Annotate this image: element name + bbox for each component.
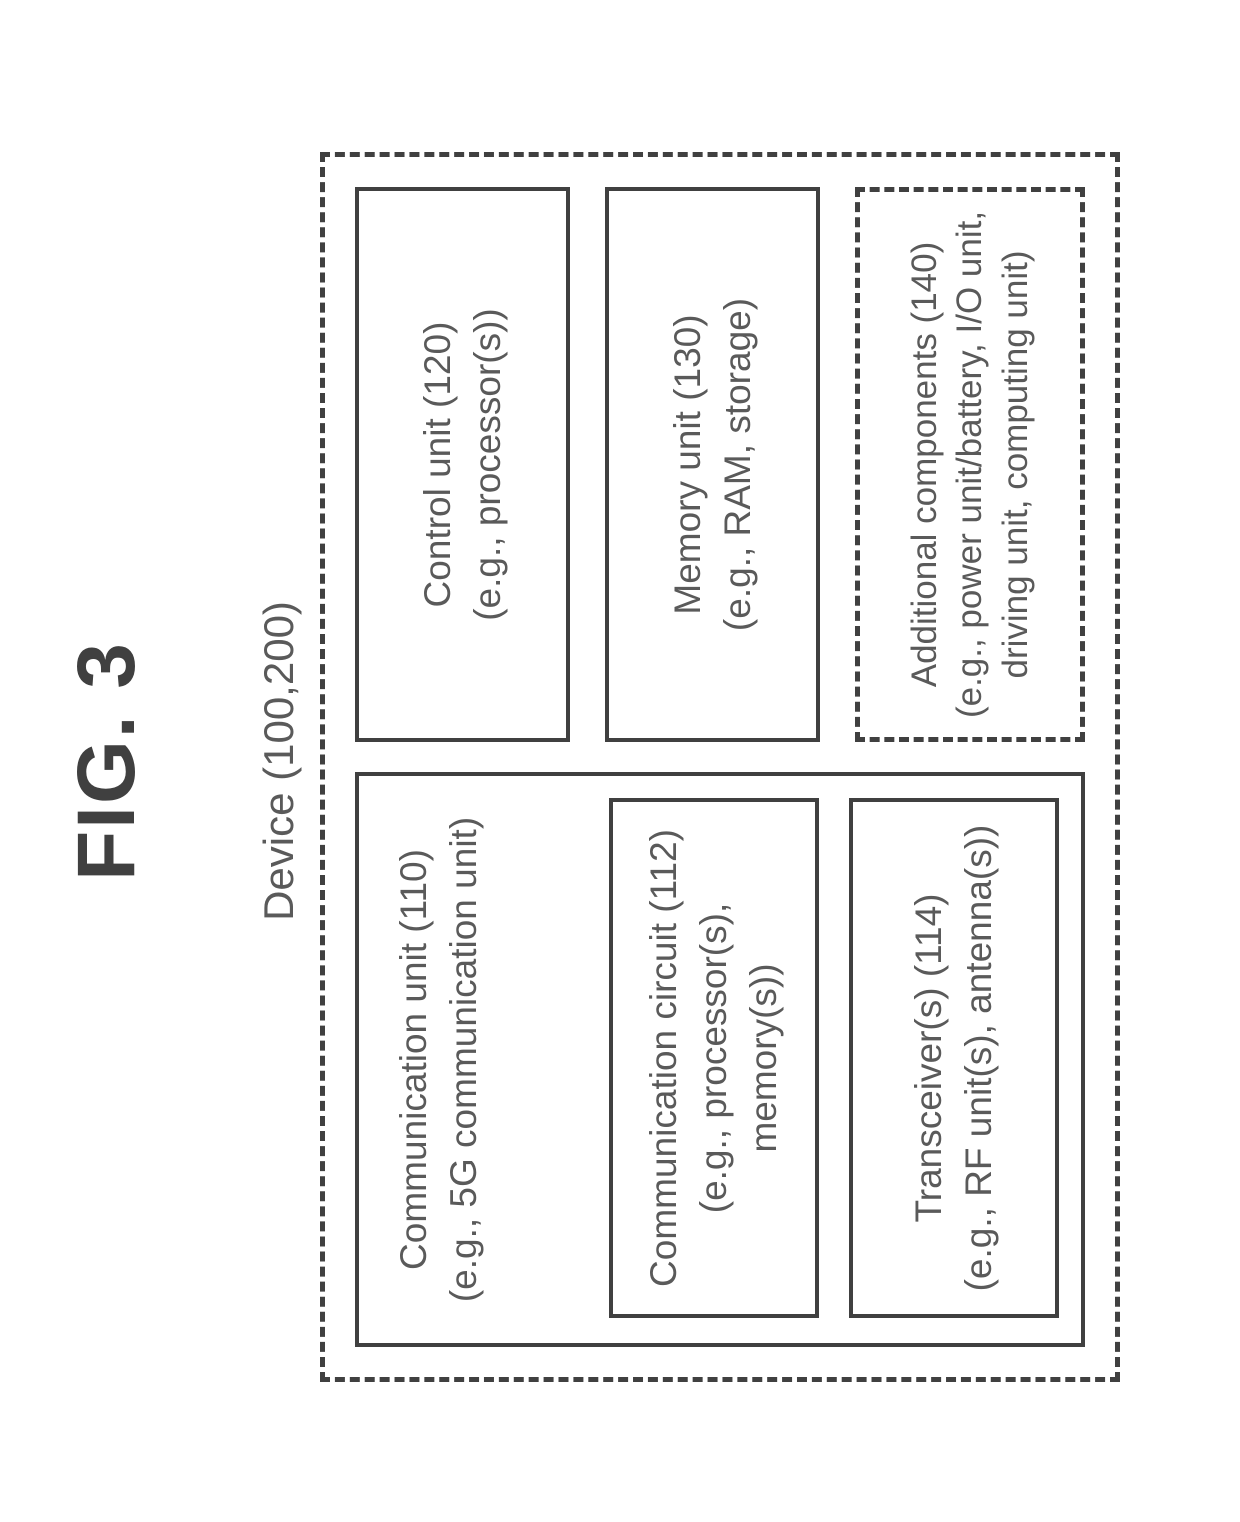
comm-unit-line2: (e.g., 5G communication unit) bbox=[443, 817, 484, 1302]
communication-circuit-box: Communication circuit (112) (e.g., proce… bbox=[609, 798, 819, 1318]
comm-circuit-line2: (e.g., processor(s), memory(s)) bbox=[693, 903, 784, 1213]
transceiver-box: Transceiver(s) (114) (e.g., RF unit(s), … bbox=[849, 798, 1059, 1318]
control-unit-box: Control unit (120) (e.g., processor(s)) bbox=[355, 187, 570, 742]
transceiver-line1: Transceiver(s) (114) bbox=[908, 894, 949, 1223]
comm-unit-line1: Communication unit (110) bbox=[393, 849, 434, 1270]
additional-line2: (e.g., power unit/battery, I/O unit, bbox=[950, 211, 989, 718]
transceiver-label: Transceiver(s) (114) (e.g., RF unit(s), … bbox=[904, 825, 1004, 1292]
communication-unit-label: Communication unit (110) (e.g., 5G commu… bbox=[389, 776, 489, 1343]
diagram-canvas: FIG. 3 Device (100,200) Communication un… bbox=[0, 0, 1240, 1522]
memory-unit-box: Memory unit (130) (e.g., RAM, storage) bbox=[605, 187, 820, 742]
control-unit-label: Control unit (120) (e.g., processor(s)) bbox=[413, 308, 513, 621]
comm-circuit-line1: Communication circuit (112) bbox=[643, 829, 684, 1287]
communication-unit-box: Communication unit (110) (e.g., 5G commu… bbox=[355, 772, 1085, 1347]
communication-circuit-label: Communication circuit (112) (e.g., proce… bbox=[639, 812, 789, 1304]
rotated-content: FIG. 3 Device (100,200) Communication un… bbox=[0, 0, 1240, 1522]
control-unit-line1: Control unit (120) bbox=[417, 322, 458, 608]
additional-components-label: Additional components (140) (e.g., power… bbox=[902, 211, 1039, 718]
control-unit-line2: (e.g., processor(s)) bbox=[467, 308, 508, 621]
memory-unit-line2: (e.g., RAM, storage) bbox=[717, 298, 758, 631]
additional-line1: Additional components (140) bbox=[905, 242, 944, 688]
transceiver-line2: (e.g., RF unit(s), antenna(s)) bbox=[958, 825, 999, 1292]
device-box: Communication unit (110) (e.g., 5G commu… bbox=[320, 152, 1120, 1382]
memory-unit-line1: Memory unit (130) bbox=[667, 314, 708, 614]
additional-line3: driving unit, computing unit) bbox=[996, 251, 1035, 679]
memory-unit-label: Memory unit (130) (e.g., RAM, storage) bbox=[663, 298, 763, 631]
figure-title: FIG. 3 bbox=[60, 0, 154, 1522]
device-label: Device (100,200) bbox=[255, 0, 303, 1522]
additional-components-box: Additional components (140) (e.g., power… bbox=[855, 187, 1085, 742]
